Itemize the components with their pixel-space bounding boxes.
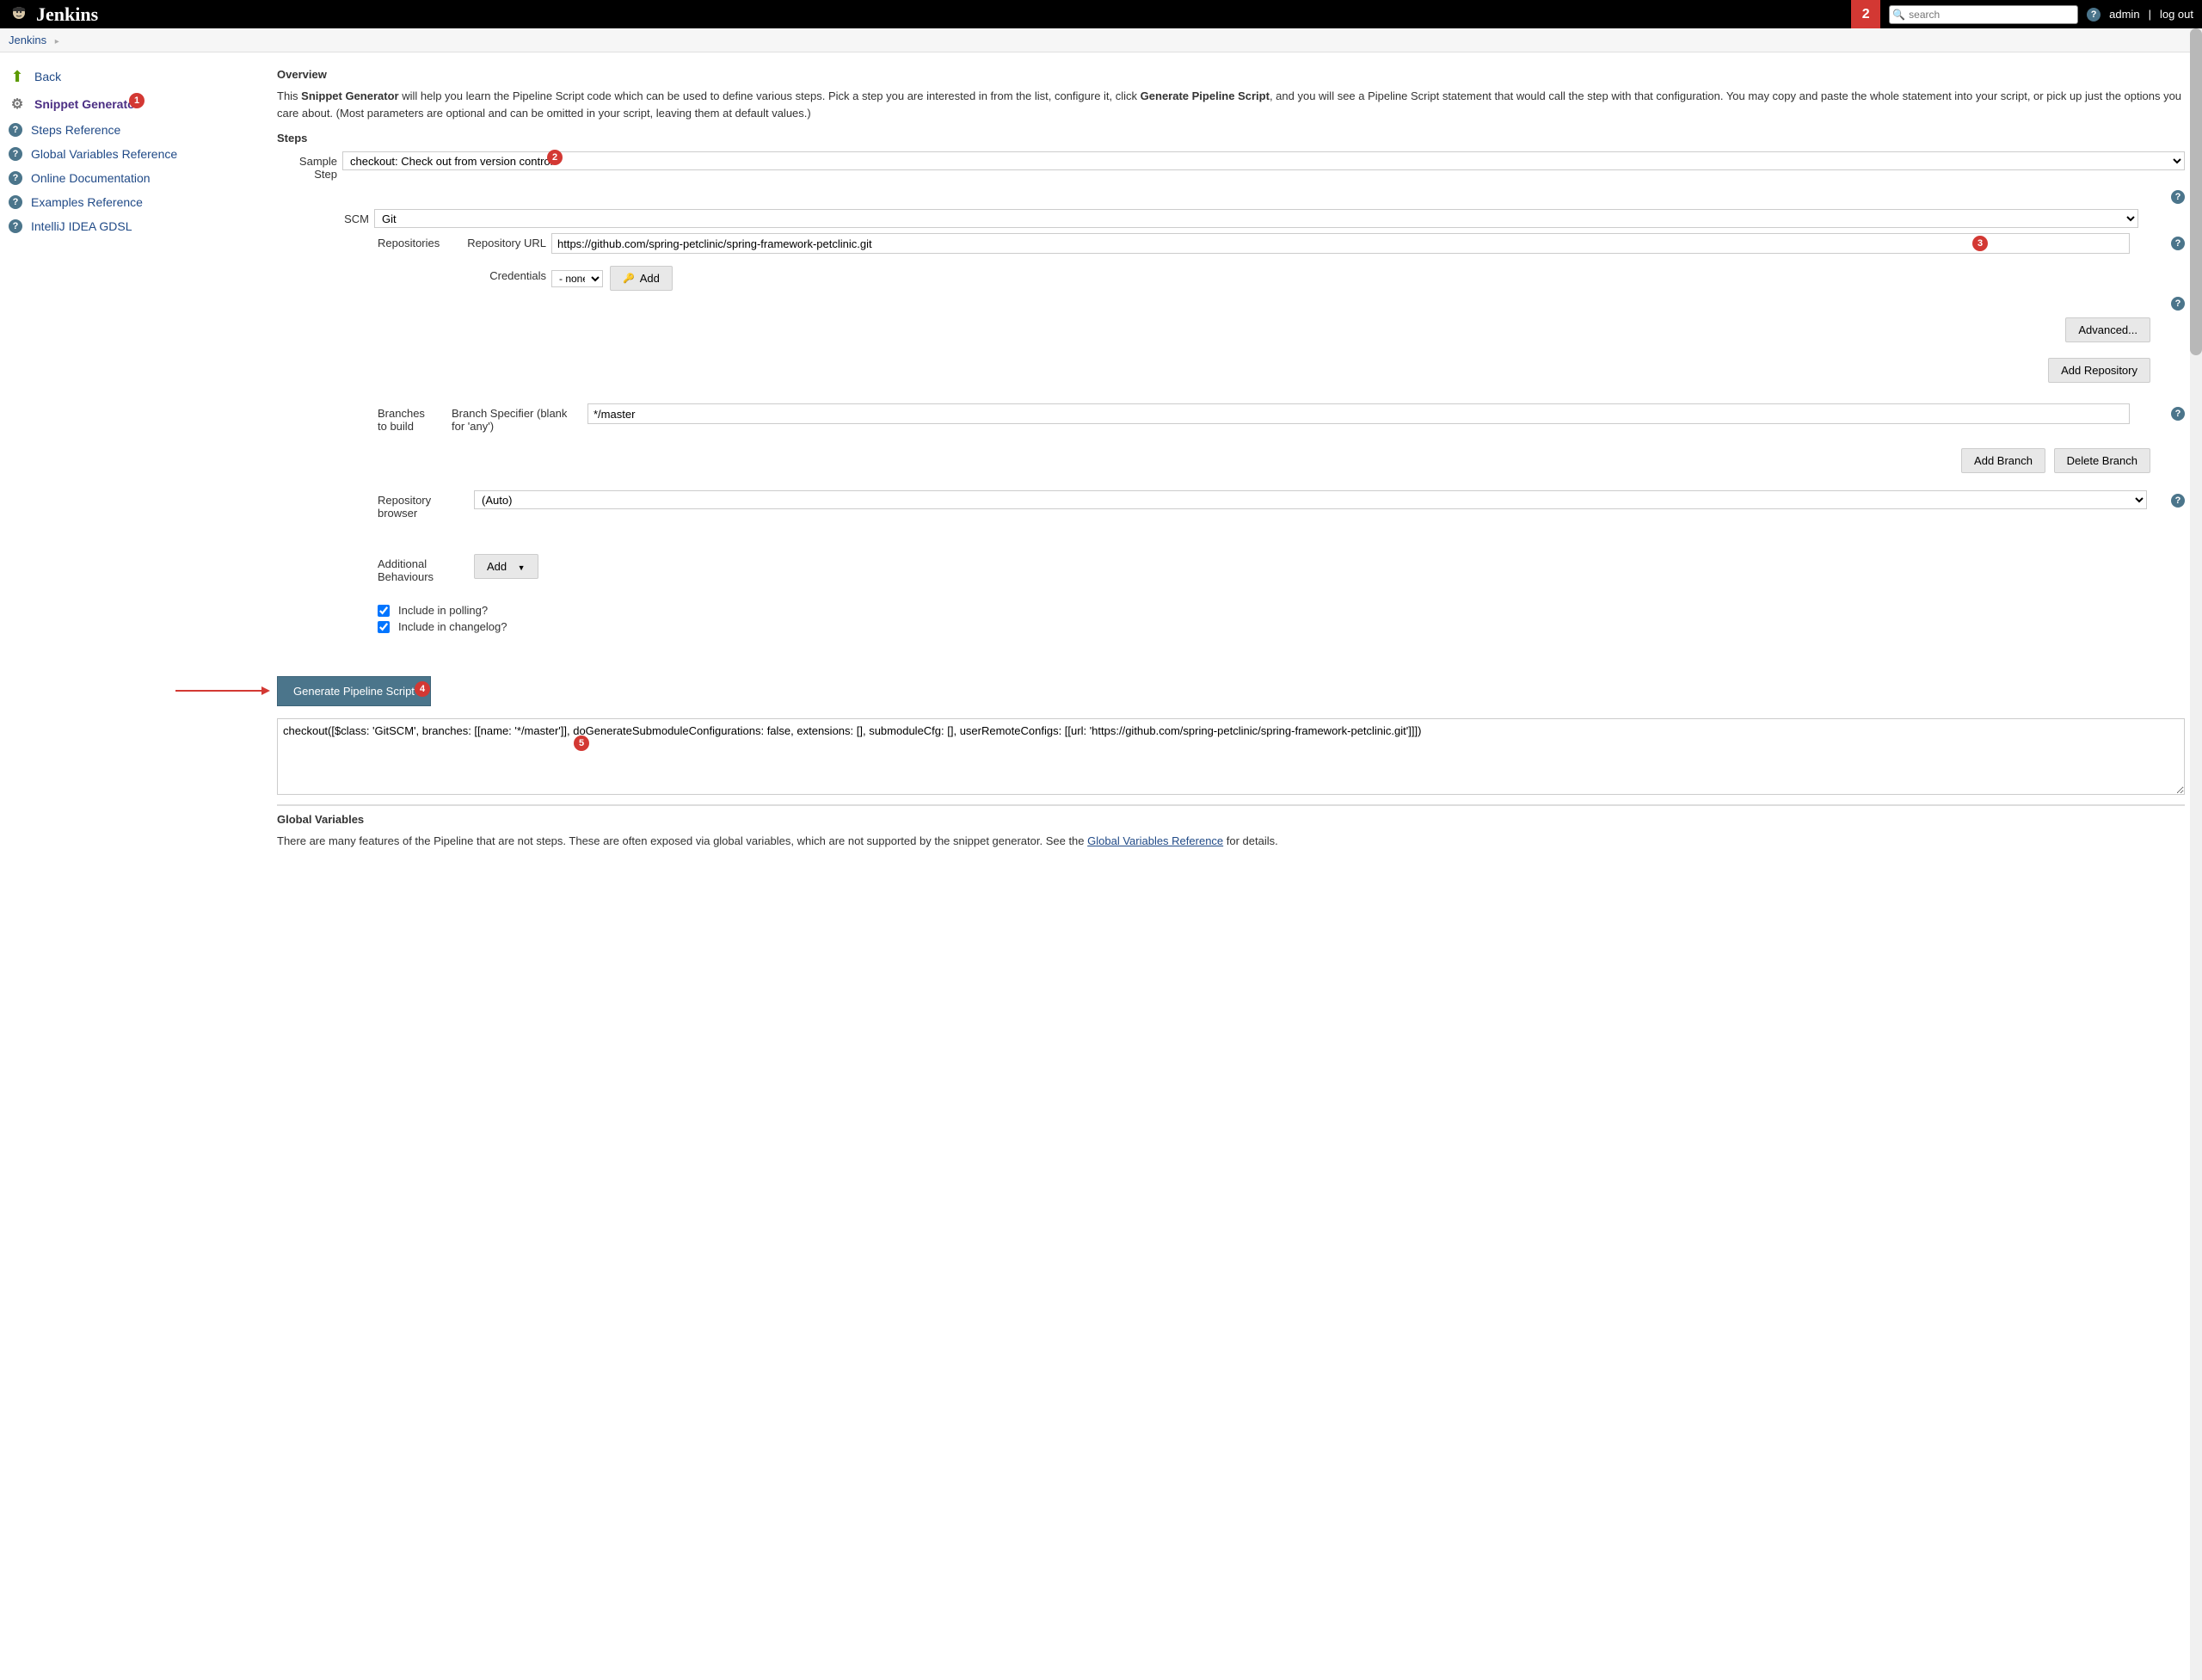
annotation-3: 3: [1972, 236, 1988, 251]
changelog-row: Include in changelog?: [378, 620, 2185, 633]
advanced-button[interactable]: Advanced...: [2065, 317, 2150, 342]
breadcrumb-chevron-icon: ▸: [55, 37, 59, 46]
help-icon: ?: [9, 123, 22, 137]
red-arrow-icon: [175, 685, 270, 697]
generate-pipeline-button[interactable]: Generate Pipeline Script: [277, 676, 431, 706]
credentials-label: Credentials: [440, 266, 551, 282]
additional-label: Additional Behaviours: [343, 554, 474, 583]
global-vars-title: Global Variables: [277, 813, 2185, 826]
overview-title: Overview: [277, 68, 2185, 81]
search-input[interactable]: [1889, 5, 2078, 24]
header-bar: Jenkins 2 🔍 ? admin | log out: [0, 0, 2202, 28]
help-icon: ?: [9, 219, 22, 233]
logout-link[interactable]: log out: [2160, 8, 2193, 21]
help-icon[interactable]: ?: [2171, 190, 2185, 204]
scrollbar[interactable]: [2190, 28, 2202, 1680]
annotation-5: 5: [574, 735, 589, 751]
help-icon: ?: [9, 147, 22, 161]
repositories-row: Repositories Repository URL 3 ? Credenti…: [343, 233, 2185, 383]
help-icon: ?: [9, 195, 22, 209]
header-right: 2 🔍 ? admin | log out: [1851, 0, 2193, 28]
repo-browser-label: Repository browser: [343, 490, 474, 520]
annotation-2: 2: [547, 150, 563, 165]
help-icon: ?: [9, 171, 22, 185]
repo-url-label: Repository URL: [440, 233, 551, 249]
pipeline-output-textarea[interactable]: checkout([$class: 'GitSCM', branches: [[…: [277, 718, 2185, 795]
annotation-1: 1: [129, 93, 145, 108]
notification-badge[interactable]: 2: [1851, 0, 1880, 28]
scrollbar-thumb[interactable]: [2190, 28, 2202, 355]
sidebar: ⬆ Back ⚙ Snippet Generator 1 ? Steps Ref…: [0, 52, 267, 912]
logo-text: Jenkins: [36, 3, 98, 26]
branch-spec-input[interactable]: [587, 403, 2130, 424]
sidebar-item-label: Examples Reference: [31, 195, 143, 209]
add-repository-button[interactable]: Add Repository: [2048, 358, 2150, 383]
credentials-select[interactable]: - none -: [551, 270, 603, 287]
help-icon[interactable]: ?: [2171, 407, 2185, 421]
admin-link[interactable]: admin: [2109, 8, 2139, 21]
sample-step-row: Sample Step checkout: Check out from ver…: [277, 151, 2185, 181]
sample-step-label: Sample Step: [277, 151, 342, 181]
sidebar-item-label: Back: [34, 70, 61, 83]
scm-select[interactable]: Git: [374, 209, 2138, 228]
repo-browser-select[interactable]: (Auto): [474, 490, 2147, 509]
global-vars-link[interactable]: Global Variables Reference: [1087, 834, 1223, 847]
add-branch-button[interactable]: Add Branch: [1961, 448, 2045, 473]
polling-checkbox[interactable]: [378, 605, 390, 617]
breadcrumb-item[interactable]: Jenkins: [9, 34, 46, 46]
scm-row: SCM Git: [343, 209, 2185, 228]
branches-label: Branches to build: [343, 403, 440, 433]
sidebar-item-label: Online Documentation: [31, 171, 151, 185]
changelog-checkbox[interactable]: [378, 621, 390, 633]
global-vars-text: There are many features of the Pipeline …: [277, 833, 2185, 850]
sidebar-item-global-vars[interactable]: ? Global Variables Reference: [0, 142, 267, 166]
help-icon[interactable]: ?: [2087, 8, 2101, 22]
sidebar-item-snippet-generator[interactable]: ⚙ Snippet Generator 1: [0, 90, 267, 118]
add-credentials-button[interactable]: Add: [610, 266, 673, 291]
logo[interactable]: Jenkins: [9, 3, 98, 26]
breadcrumb: Jenkins ▸: [0, 28, 2202, 52]
main-content: Overview This Snippet Generator will hel…: [267, 52, 2202, 912]
help-icon[interactable]: ?: [2171, 237, 2185, 250]
sidebar-item-label: Steps Reference: [31, 123, 120, 137]
repositories-label: Repositories: [343, 233, 440, 249]
add-behaviour-button[interactable]: Add: [474, 554, 538, 579]
scm-section: SCM Git Repositories Repository URL: [343, 209, 2185, 633]
steps-title: Steps: [277, 132, 2185, 145]
scm-label: SCM: [343, 209, 374, 225]
repo-browser-row: Repository browser (Auto) ?: [343, 490, 2185, 520]
overview-text: This Snippet Generator will help you lea…: [277, 88, 2185, 121]
branch-spec-row: Branch Specifier (blank for 'any') ?: [440, 403, 2185, 433]
changelog-label: Include in changelog?: [398, 620, 507, 633]
branch-spec-label: Branch Specifier (blank for 'any'): [440, 403, 587, 433]
credentials-row: Credentials - none - Add: [440, 266, 2185, 291]
sidebar-item-intellij[interactable]: ? IntelliJ IDEA GDSL: [0, 214, 267, 238]
sidebar-item-label: IntelliJ IDEA GDSL: [31, 219, 132, 233]
polling-row: Include in polling?: [378, 604, 2185, 617]
gear-icon: ⚙: [9, 95, 26, 113]
header-separator: |: [2149, 8, 2151, 21]
repo-url-input[interactable]: [551, 233, 2130, 254]
delete-branch-button[interactable]: Delete Branch: [2054, 448, 2150, 473]
help-icon[interactable]: ?: [2171, 297, 2185, 311]
help-icon[interactable]: ?: [2171, 494, 2185, 508]
annotation-4: 4: [415, 681, 430, 697]
polling-label: Include in polling?: [398, 604, 488, 617]
separator: [277, 804, 2185, 806]
up-arrow-icon: ⬆: [9, 68, 26, 85]
repo-url-row: Repository URL 3 ?: [440, 233, 2185, 254]
sidebar-item-online-docs[interactable]: ? Online Documentation: [0, 166, 267, 190]
sidebar-item-back[interactable]: ⬆ Back: [0, 63, 267, 90]
sidebar-item-steps-reference[interactable]: ? Steps Reference: [0, 118, 267, 142]
branches-row: Branches to build Branch Specifier (blan…: [343, 403, 2185, 473]
additional-row: Additional Behaviours Add: [343, 554, 2185, 583]
search-box: 🔍: [1889, 5, 2078, 24]
sample-step-select[interactable]: checkout: Check out from version control: [342, 151, 2185, 170]
search-icon: 🔍: [1892, 9, 1905, 21]
sidebar-item-examples[interactable]: ? Examples Reference: [0, 190, 267, 214]
sidebar-item-label: Global Variables Reference: [31, 147, 177, 161]
sidebar-item-label: Snippet Generator: [34, 97, 139, 111]
jenkins-logo-icon: [9, 4, 29, 25]
